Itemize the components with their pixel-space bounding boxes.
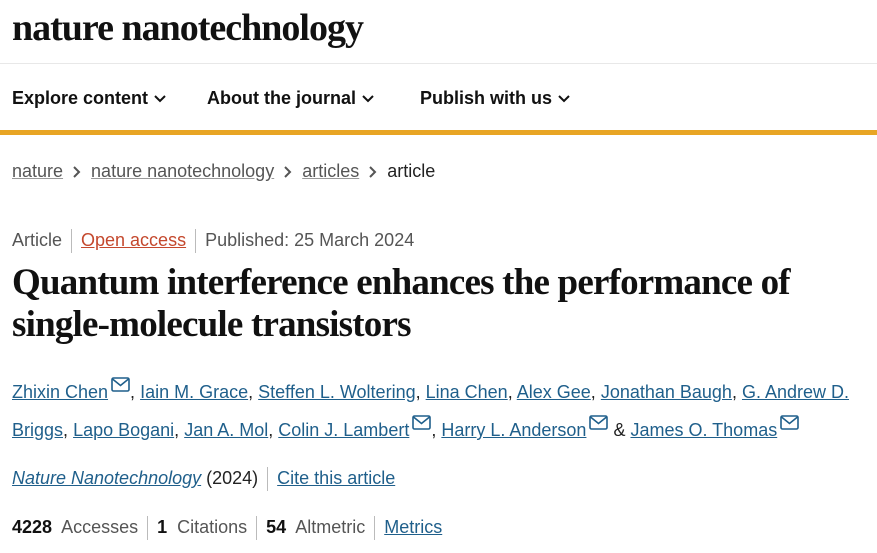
site-header: nature nanotechnology — [0, 0, 877, 64]
divider — [195, 229, 197, 253]
open-access-link[interactable]: Open access — [81, 230, 186, 250]
chevron-down-icon — [362, 95, 374, 103]
author-link[interactable]: Harry L. Anderson — [441, 420, 586, 440]
altmetric-label: Altmetric — [295, 516, 366, 537]
breadcrumb-article: article — [387, 161, 436, 181]
divider — [256, 516, 258, 540]
mail-icon[interactable] — [412, 415, 432, 430]
article-type: Article — [12, 229, 63, 250]
divider — [267, 467, 269, 491]
author-separator: , — [248, 382, 254, 402]
author-separator: , — [590, 382, 596, 402]
journal-logo[interactable]: nature nanotechnology — [12, 6, 364, 50]
author-link[interactable]: Lapo Bogani — [73, 420, 174, 440]
breadcrumb-nature-nanotechnology[interactable]: nature nanotechnology — [91, 161, 274, 181]
nav-explore-content-label: Explore content — [12, 88, 149, 108]
cite-this-article-link[interactable]: Cite this article — [277, 468, 395, 488]
breadcrumb-articles[interactable]: articles — [302, 161, 359, 181]
citations-count: 1 — [157, 516, 168, 537]
chevron-right-icon — [369, 162, 377, 183]
author-link[interactable]: Lina Chen — [426, 382, 508, 402]
author-separator: , — [507, 382, 513, 402]
nav-publish-with-us[interactable]: Publish with us — [420, 88, 570, 109]
breadcrumb: nature nature nanotechnology articles artic… — [12, 161, 435, 183]
author-conjunction: & — [613, 420, 626, 440]
divider — [147, 516, 149, 540]
chevron-right-icon — [73, 162, 81, 183]
metrics-link[interactable]: Metrics — [384, 517, 442, 537]
author-separator: , — [268, 420, 274, 440]
nav-about-journal-label: About the journal — [207, 88, 356, 108]
author-link[interactable]: Zhixin Chen — [12, 382, 108, 402]
altmetric-score: 54 — [266, 516, 287, 537]
published-date: Published: 25 March 2024 — [205, 229, 415, 250]
author-link[interactable]: James O. Thomas — [630, 420, 777, 440]
author-link[interactable]: Iain M. Grace — [140, 382, 248, 402]
nav-publish-with-us-label: Publish with us — [420, 88, 553, 108]
mail-icon[interactable] — [111, 377, 130, 392]
author-separator: , — [130, 382, 136, 402]
citations-label: Citations — [177, 516, 248, 537]
author-link[interactable]: Colin J. Lambert — [278, 420, 409, 440]
author-list: Zhixin Chen, Iain M. Grace, Steffen L. W… — [12, 373, 877, 449]
author-link[interactable]: Steffen L. Woltering — [258, 382, 415, 402]
divider — [71, 229, 73, 253]
accesses-count: 4228 — [12, 516, 53, 537]
author-link[interactable]: Jan A. Mol — [184, 420, 268, 440]
article-title: Quantum interference enhances the perfor… — [12, 262, 791, 345]
mail-icon[interactable] — [780, 415, 800, 430]
author-separator: , — [174, 420, 180, 440]
article-meta: Article Open access Published: 25 March 20… — [12, 229, 414, 253]
author-separator: , — [63, 420, 69, 440]
journal-link[interactable]: Nature Nanotechnology — [12, 468, 201, 488]
author-separator: , — [731, 382, 737, 402]
chevron-down-icon — [558, 95, 570, 103]
mail-icon[interactable] — [589, 415, 609, 430]
nav-explore-content[interactable]: Explore content — [12, 88, 166, 109]
nav-about-journal[interactable]: About the journal — [207, 88, 374, 109]
author-link[interactable]: Alex Gee — [517, 382, 591, 402]
journal-year: (2024) — [206, 467, 259, 488]
divider — [374, 516, 376, 540]
breadcrumb-nature[interactable]: nature — [12, 161, 63, 181]
author-separator: , — [415, 382, 421, 402]
chevron-down-icon — [154, 95, 166, 103]
chevron-right-icon — [284, 162, 292, 183]
author-link[interactable]: Jonathan Baugh — [601, 382, 732, 402]
article-metrics: 4228 Accesses 1 Citations 54 Altmetric Metr… — [12, 516, 442, 540]
journal-info: Nature Nanotechnology (2024) Cite this ar… — [12, 467, 395, 491]
author-separator: , — [431, 420, 437, 440]
main-nav: Explore content About the journal Publis… — [0, 64, 877, 135]
accesses-label: Accesses — [61, 516, 139, 537]
